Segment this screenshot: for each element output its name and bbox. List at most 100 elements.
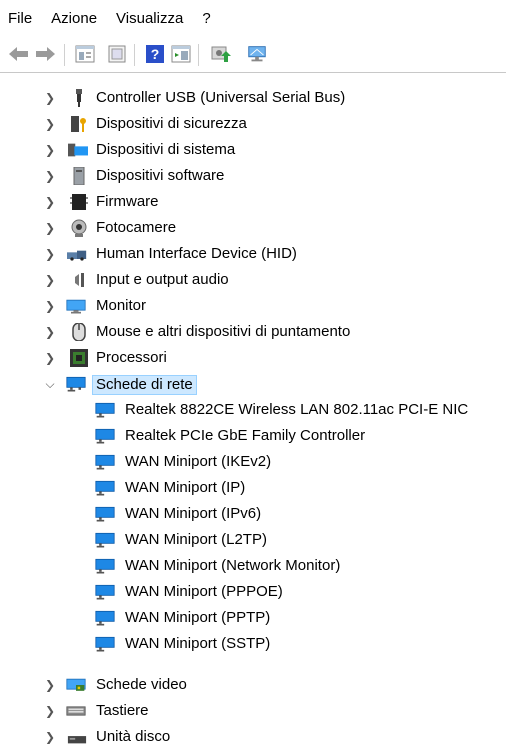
chevron-right-icon[interactable]: ❯ bbox=[44, 241, 56, 267]
mouse-icon bbox=[72, 323, 86, 341]
network-adapter-icon bbox=[95, 610, 115, 626]
tree-device-row[interactable]: WAN Miniport (PPTP) bbox=[0, 605, 506, 631]
tree-label: WAN Miniport (PPTP) bbox=[125, 609, 271, 626]
chevron-right-icon[interactable]: ❯ bbox=[44, 85, 56, 111]
tree-category-monitor[interactable]: ❯ Monitor bbox=[0, 293, 506, 319]
network-adapter-icon bbox=[66, 376, 86, 392]
keyboard-icon bbox=[66, 706, 86, 716]
network-adapter-icon bbox=[95, 402, 115, 418]
tree-device-row[interactable]: WAN Miniport (PPPOE) bbox=[0, 579, 506, 605]
tree-category-hid[interactable]: ❯ Human Interface Device (HID) bbox=[0, 241, 506, 267]
chevron-right-icon[interactable]: ❯ bbox=[44, 293, 56, 319]
tree-label-selected: Schede di rete bbox=[92, 375, 197, 395]
tree-device-row[interactable]: WAN Miniport (IKEv2) bbox=[0, 449, 506, 475]
tree-label: Fotocamere bbox=[96, 219, 177, 236]
system-devices-icon bbox=[68, 143, 88, 157]
tree-label: Mouse e altri dispositivi di puntamento bbox=[96, 323, 351, 340]
tree-category-security[interactable]: ❯ Dispositivi di sicurezza bbox=[0, 111, 506, 137]
tree-category-network[interactable]: ⌵ Schede di rete bbox=[0, 371, 506, 397]
network-adapter-icon bbox=[95, 428, 115, 444]
tree-label: Dispositivi di sistema bbox=[96, 141, 236, 158]
toolbar: ? bbox=[0, 36, 506, 73]
tree-label: WAN Miniport (PPPOE) bbox=[125, 583, 283, 600]
tree-label: Realtek 8822CE Wireless LAN 802.11ac PCI… bbox=[125, 401, 469, 418]
chevron-right-icon[interactable]: ❯ bbox=[44, 672, 56, 698]
tree-category-system[interactable]: ❯ Dispositivi di sistema bbox=[0, 137, 506, 163]
tree-category-mouse[interactable]: ❯ Mouse e altri dispositivi di puntament… bbox=[0, 319, 506, 345]
tree-label: Firmware bbox=[96, 193, 159, 210]
security-key-icon bbox=[71, 116, 86, 132]
tree-category-firmware[interactable]: ❯ Firmware bbox=[0, 189, 506, 215]
tree-device-row[interactable]: WAN Miniport (IPv6) bbox=[0, 501, 506, 527]
tree-label: Monitor bbox=[96, 297, 147, 314]
speaker-icon bbox=[75, 273, 84, 287]
tree-category-software[interactable]: ❯ Dispositivi software bbox=[0, 163, 506, 189]
menu-bar: File Azione Visualizza ? bbox=[0, 0, 506, 36]
menu-file[interactable]: File bbox=[0, 10, 42, 27]
tree-label: WAN Miniport (IPv6) bbox=[125, 505, 262, 522]
network-adapter-icon bbox=[95, 636, 115, 652]
forward-arrow-icon[interactable] bbox=[34, 43, 56, 65]
show-hide-console-icon[interactable] bbox=[106, 43, 128, 65]
properties-grid-icon[interactable] bbox=[74, 43, 96, 65]
tree-category-processors[interactable]: ❯ Processori bbox=[0, 345, 506, 371]
chevron-right-icon[interactable]: ❯ bbox=[44, 215, 56, 241]
network-adapter-icon bbox=[95, 506, 115, 522]
network-adapter-icon bbox=[95, 480, 115, 496]
tree-label: WAN Miniport (L2TP) bbox=[125, 531, 267, 548]
tree-label: WAN Miniport (SSTP) bbox=[125, 635, 271, 652]
chevron-right-icon[interactable]: ❯ bbox=[44, 163, 56, 189]
tree-label: Schede video bbox=[96, 676, 187, 693]
tree-label: Controller USB (Universal Serial Bus) bbox=[96, 89, 346, 106]
chevron-right-icon[interactable]: ❯ bbox=[44, 137, 56, 163]
display-adapter-icon bbox=[66, 678, 86, 691]
chevron-right-icon[interactable]: ❯ bbox=[44, 345, 56, 371]
menu-visualizza[interactable]: Visualizza bbox=[107, 10, 193, 27]
update-driver-icon[interactable] bbox=[210, 43, 232, 65]
network-adapter-icon bbox=[95, 532, 115, 548]
chevron-right-icon[interactable]: ❯ bbox=[44, 267, 56, 293]
tree-device-row[interactable]: Realtek 8822CE Wireless LAN 802.11ac PCI… bbox=[0, 397, 506, 423]
scan-hardware-icon[interactable] bbox=[246, 43, 268, 65]
svg-text:?: ? bbox=[151, 46, 160, 62]
chevron-right-icon[interactable]: ❯ bbox=[44, 319, 56, 345]
tree-label: WAN Miniport (IKEv2) bbox=[125, 453, 272, 470]
tree-label: Tastiere bbox=[96, 702, 149, 719]
tree-device-row[interactable]: WAN Miniport (IP) bbox=[0, 475, 506, 501]
tree-device-row[interactable]: WAN Miniport (L2TP) bbox=[0, 527, 506, 553]
processor-icon bbox=[70, 349, 88, 367]
action-pane-icon[interactable] bbox=[170, 43, 192, 65]
menu-help[interactable]: ? bbox=[193, 10, 220, 27]
tree-label: Unità disco bbox=[96, 728, 171, 745]
chevron-right-icon[interactable]: ❯ bbox=[44, 111, 56, 137]
tree-category-audio[interactable]: ❯ Input e output audio bbox=[0, 267, 506, 293]
monitor-icon bbox=[66, 299, 86, 314]
tree-device-row[interactable]: WAN Miniport (SSTP) bbox=[0, 631, 506, 657]
firmware-chip-icon bbox=[70, 194, 88, 210]
chevron-right-icon[interactable]: ❯ bbox=[44, 698, 56, 724]
tree-label: WAN Miniport (IP) bbox=[125, 479, 246, 496]
tree-device-row[interactable]: WAN Miniport (Network Monitor) bbox=[0, 553, 506, 579]
camera-icon bbox=[71, 219, 87, 237]
back-arrow-icon[interactable] bbox=[8, 43, 30, 65]
software-device-icon bbox=[73, 167, 85, 185]
tree-label: Processori bbox=[96, 349, 167, 366]
tree-label: WAN Miniport (Network Monitor) bbox=[125, 557, 341, 574]
tree-category-cameras[interactable]: ❯ Fotocamere bbox=[0, 215, 506, 241]
chevron-down-icon[interactable]: ⌵ bbox=[44, 371, 56, 397]
tree-label: Input e output audio bbox=[96, 271, 229, 288]
menu-azione[interactable]: Azione bbox=[42, 10, 107, 27]
tree-label: Human Interface Device (HID) bbox=[96, 245, 297, 262]
tree-category-disks[interactable]: ❯ Unità disco bbox=[0, 724, 506, 750]
tree-label: Dispositivi di sicurezza bbox=[96, 115, 247, 132]
network-adapter-icon bbox=[95, 454, 115, 470]
chevron-right-icon[interactable]: ❯ bbox=[44, 724, 56, 750]
chevron-right-icon[interactable]: ❯ bbox=[44, 189, 56, 215]
tree-category-usb[interactable]: ❯ Controller USB (Universal Serial Bus) bbox=[0, 85, 506, 111]
network-adapter-icon bbox=[95, 558, 115, 574]
network-adapter-icon bbox=[95, 584, 115, 600]
tree-category-keyboards[interactable]: ❯ Tastiere bbox=[0, 698, 506, 724]
tree-category-video[interactable]: ❯ Schede video bbox=[0, 672, 506, 698]
tree-device-row[interactable]: Realtek PCIe GbE Family Controller bbox=[0, 423, 506, 449]
help-icon[interactable]: ? bbox=[144, 43, 166, 65]
